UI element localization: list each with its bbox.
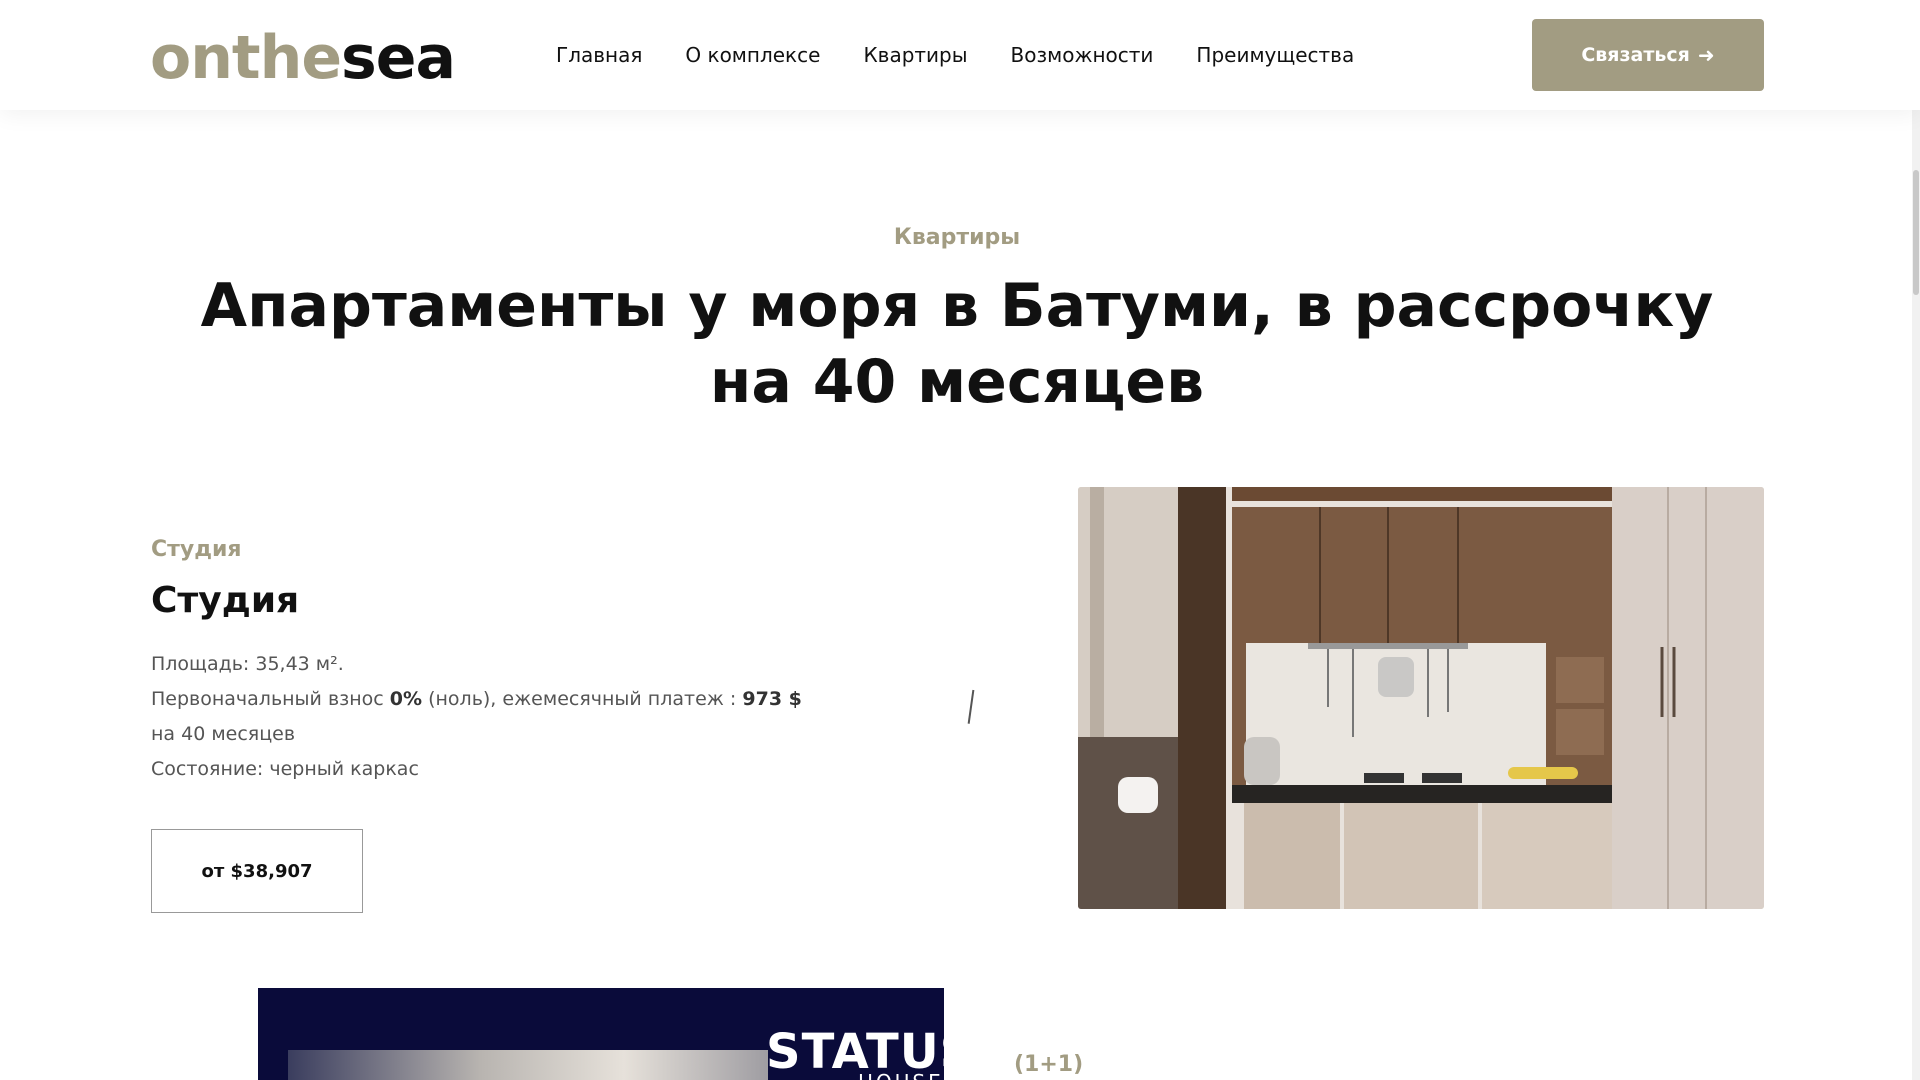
main-nav: Главная О комплексе Квартиры Возможности…: [556, 41, 1397, 69]
site-header: onthesea Главная О комплексе Квартиры Во…: [0, 0, 1920, 110]
apartment-term: на 40 месяцев: [151, 723, 296, 745]
price-button[interactable]: от $38,907: [151, 829, 363, 913]
apartment-area: Площадь: 35,43 м².: [151, 653, 344, 675]
payment-percent: 0%: [389, 688, 423, 710]
contact-button-label: Связаться: [1581, 44, 1690, 66]
payment-mid: (ноль), ежемесячный платеж :: [422, 688, 743, 710]
site-logo[interactable]: onthesea: [150, 18, 456, 98]
apartment-payment: Первоначальный взнос 0% (ноль), ежемесяч…: [151, 682, 851, 717]
page-scrollbar[interactable]: [1912, 0, 1920, 1080]
nav-link-home[interactable]: Главная: [556, 41, 642, 69]
contact-button[interactable]: Связаться ➜: [1532, 19, 1764, 91]
logo-text-part2: sea: [341, 23, 456, 93]
kitchen-illustration: [1078, 487, 1764, 909]
nav-link-features[interactable]: Возможности: [1011, 41, 1154, 69]
nav-link-advantages[interactable]: Преимущества: [1196, 41, 1354, 69]
next-apartment-card[interactable]: STATUS HOUSE: [258, 988, 944, 1080]
logo-text-part1: onthe: [150, 23, 342, 93]
building-render: [288, 1050, 768, 1080]
arrow-right-icon: ➜: [1697, 43, 1715, 67]
payment-prefix: Первоначальный взнос: [151, 688, 390, 710]
apartment-photo[interactable]: [1078, 487, 1764, 909]
apartment-condition: Состояние: черный каркас: [151, 758, 419, 780]
apartment-category: Студия: [151, 537, 242, 562]
apartment-name: Студия: [151, 580, 300, 621]
text-cursor-icon: [967, 689, 977, 725]
nav-link-about[interactable]: О комплексе: [685, 41, 820, 69]
section-title: Апартаменты у моря в Батуми, в рассрочку…: [200, 271, 1714, 417]
house-brand-text: HOUSE: [858, 1070, 944, 1080]
apartment-details: Площадь: 35,43 м². Первоначальный взнос …: [151, 647, 851, 787]
payment-amount: 973 $: [742, 688, 802, 710]
next-apartment-type: (1+1): [1014, 1052, 1084, 1077]
nav-link-apartments[interactable]: Квартиры: [863, 41, 967, 69]
section-kicker: Квартиры: [893, 225, 1021, 250]
